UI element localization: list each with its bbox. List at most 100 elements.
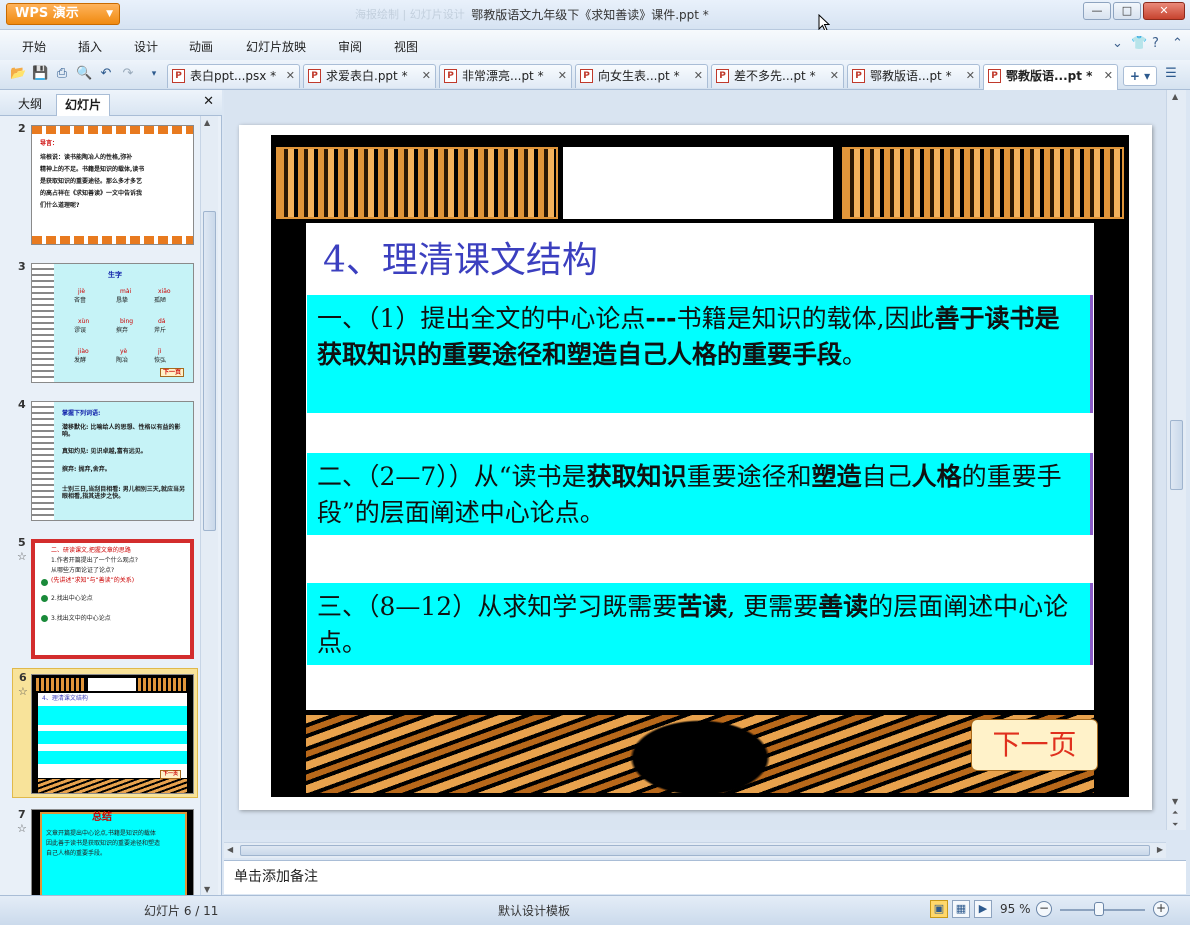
close-button[interactable]: ✕ xyxy=(1143,2,1185,20)
notes-pane[interactable]: 单击添加备注 xyxy=(224,860,1186,894)
thumb-text: 生字 xyxy=(108,271,122,279)
slide-thumbnail-row[interactable]: 7 ☆ 总结 文章开篇提出中心论点,书籍是知识的载体 因此善于读书是获取知识的重… xyxy=(0,806,200,896)
point-text: 一、（1）提出全文的中心论点 xyxy=(317,304,646,333)
thumb-word: 发酵 xyxy=(74,357,87,364)
tab-list-icon[interactable]: ☰ xyxy=(1163,66,1179,82)
scroll-up-icon[interactable]: ▲ xyxy=(1172,92,1178,101)
slide-thumbnail[interactable]: 导言： 培根说：读书能陶冶人的性格,弥补 精神上的不足。书籍是知识的载体,读书 … xyxy=(31,125,194,245)
slide-thumbnail-row[interactable]: 4 掌握下列词语: 潜移默化: 比喻给人的思想、性格以有益的影响。 真知灼见: … xyxy=(0,396,200,524)
new-tab-button[interactable]: + ▾ xyxy=(1123,66,1157,86)
zoom-slider-knob[interactable] xyxy=(1094,902,1104,916)
slide-sorter-icon[interactable]: ▦ xyxy=(952,900,970,918)
slide-thumbnail[interactable]: 4、理清课文结构 下一页 xyxy=(31,674,194,794)
tab-close-icon[interactable]: ✕ xyxy=(558,65,567,87)
tab-slides[interactable]: 幻灯片 xyxy=(56,94,111,116)
thumb-text: 真知灼见: 见识卓越,富有远见。 xyxy=(62,448,147,455)
document-tab[interactable]: P 向女生表...pt * ✕ xyxy=(575,64,708,88)
slide-thumbnail[interactable]: 掌握下列词语: 潜移默化: 比喻给人的思想、性格以有益的影响。 真知灼见: 见识… xyxy=(31,401,194,521)
tab-close-icon[interactable]: ✕ xyxy=(1104,65,1113,87)
collapse-ribbon-icon[interactable]: ⌄ xyxy=(1112,36,1123,51)
tab-close-icon[interactable]: ✕ xyxy=(286,65,295,87)
point-2-textbox[interactable]: 二、（2—7））从“读书是获取知识重要途径和塑造自己人格的重要手段”的层面阐述中… xyxy=(307,453,1093,535)
zoom-level: 95 % xyxy=(1000,902,1031,916)
previous-slide-icon[interactable]: ⏶ xyxy=(1172,808,1178,818)
document-tab[interactable]: P 鄂教版语...pt * ✕ xyxy=(847,64,980,88)
maximize-button[interactable]: □ xyxy=(1113,2,1141,20)
app-menu-button[interactable]: WPS 演示 ▼ xyxy=(6,3,120,25)
thumb-text: 导言： xyxy=(40,140,59,147)
thumbnail-scrollbar[interactable]: ▲ ▼ xyxy=(200,116,218,896)
skin-icon[interactable]: 👕 xyxy=(1131,36,1147,51)
point-1-textbox[interactable]: 一、（1）提出全文的中心论点---书籍是知识的载体,因此善于读书是获取知识的重要… xyxy=(307,295,1093,413)
horizontal-scrollbar[interactable]: ◀ ▶ xyxy=(224,842,1166,858)
document-tab-active[interactable]: P 鄂教版语...pt * ✕ xyxy=(983,64,1118,90)
scroll-down-icon[interactable]: ▼ xyxy=(204,885,210,894)
tab-close-icon[interactable]: ✕ xyxy=(830,65,839,87)
thumb-text: 士别三日,当刮目相看: 男儿相别三天,就应当另眼相看,指其进步之快。 xyxy=(62,486,186,500)
slide-thumbnail-row-selected[interactable]: 6 ☆ 4、理清课文结构 下一页 xyxy=(12,668,198,798)
scroll-thumb[interactable] xyxy=(1170,420,1183,490)
tab-close-icon[interactable]: ✕ xyxy=(422,65,431,87)
point-3-textbox[interactable]: 三、（8—12）从求知学习既需要苦读, 更需要善读的层面阐述中心论点。 xyxy=(307,583,1093,665)
print-preview-icon[interactable]: 🔍 xyxy=(76,66,92,82)
zoom-out-icon[interactable]: − xyxy=(1036,901,1052,917)
thumb-text: 从哪些方面论证了论点? xyxy=(51,567,115,574)
scroll-up-icon[interactable]: ▲ xyxy=(204,118,210,127)
document-tab[interactable]: P 求爱表白.ppt * ✕ xyxy=(303,64,436,88)
slide-title-box[interactable] xyxy=(563,147,833,219)
thumb-frieze-deco xyxy=(138,678,188,691)
document-tab[interactable]: P 差不多先...pt * ✕ xyxy=(711,64,844,88)
slide-heading[interactable]: 4、理清课文结构 xyxy=(323,231,598,283)
normal-view-icon[interactable]: ▣ xyxy=(930,900,948,918)
slide-thumbnail-row[interactable]: 2 导言： 培根说：读书能陶冶人的性格,弥补 精神上的不足。书籍是知识的载体,读… xyxy=(0,120,200,248)
vertical-scrollbar[interactable]: ▲ ▼ ⏶ ⏷ xyxy=(1166,90,1186,830)
scroll-thumb[interactable] xyxy=(240,845,1150,856)
scroll-thumb[interactable] xyxy=(203,211,216,531)
slide-canvas[interactable]: 4、理清课文结构 一、（1）提出全文的中心论点---书籍是知识的载体,因此善于读… xyxy=(239,125,1152,810)
thumb-cyan-box xyxy=(38,706,187,725)
scroll-left-icon[interactable]: ◀ xyxy=(227,845,233,854)
point-text: 二、（2—7））从“读书是 xyxy=(317,462,587,491)
save-icon[interactable]: 💾 xyxy=(32,66,48,82)
menu-view[interactable]: 视图 xyxy=(394,38,418,55)
open-icon[interactable]: 📂 xyxy=(10,66,26,82)
slide-thumbnail[interactable]: 总结 文章开篇提出中心论点,书籍是知识的载体 因此善于读书是获取知识的重要途径和… xyxy=(31,809,194,896)
slideshow-view-icon[interactable]: ▶ xyxy=(974,900,992,918)
undo-icon[interactable]: ↶ xyxy=(98,66,114,82)
redo-icon[interactable]: ↷ xyxy=(120,66,136,82)
menu-design[interactable]: 设计 xyxy=(134,38,158,55)
zoom-in-icon[interactable]: + xyxy=(1153,901,1169,917)
next-slide-icon[interactable]: ⏷ xyxy=(1172,820,1178,830)
slide-thumbnail[interactable]: 二、研读课文,把握文章的思路 1.作者开篇提出了一个什么观点? 从哪些方面论证了… xyxy=(31,539,194,659)
ribbon-toggle-icon[interactable]: ⌃ xyxy=(1172,36,1183,51)
close-pane-icon[interactable]: ✕ xyxy=(203,94,214,109)
thumb-pinyin: jiào xyxy=(78,348,89,355)
app-name: WPS 演示 xyxy=(15,6,79,21)
tab-close-icon[interactable]: ✕ xyxy=(966,65,975,87)
print-icon[interactable]: ⎙ xyxy=(54,66,70,82)
menu-insert[interactable]: 插入 xyxy=(78,38,102,55)
menu-review[interactable]: 审阅 xyxy=(338,38,362,55)
menu-slideshow[interactable]: 幻灯片放映 xyxy=(246,38,306,55)
menu-home[interactable]: 开始 xyxy=(22,38,46,55)
thumb-text: 的高占祥在《求知善读》一文中告诉我 xyxy=(40,190,143,197)
tab-label: 鄂教版语...pt * xyxy=(1006,69,1093,83)
menu-animation[interactable]: 动画 xyxy=(189,38,213,55)
document-tab[interactable]: P 非常漂亮...pt * ✕ xyxy=(439,64,572,88)
tab-outline[interactable]: 大纲 xyxy=(10,94,50,116)
next-page-button[interactable]: 下一页 xyxy=(971,719,1098,771)
slide-thumbnail-row[interactable]: 3 生字 jiè mài xiāo 吝啬 恳挚 孤陋 xùn bìng dá 谬… xyxy=(0,258,200,386)
document-tab[interactable]: P 表白ppt...psx * ✕ xyxy=(167,64,300,88)
thumb-text: 自己人格的重要手段。 xyxy=(46,850,107,857)
customize-toolbar-icon[interactable]: ▾ xyxy=(146,66,162,82)
scroll-down-icon[interactable]: ▼ xyxy=(1172,797,1178,806)
slide-thumbnail[interactable]: 生字 jiè mài xiāo 吝啬 恳挚 孤陋 xùn bìng dá 谬误 … xyxy=(31,263,194,383)
slide-thumbnail-pane: 大纲 幻灯片 ✕ 2 导言： 培根说：读书能陶冶人的性格,弥补 精神上的不足。书… xyxy=(0,90,222,896)
slide-thumbnail-row[interactable]: 5 ☆ 二、研读课文,把握文章的思路 1.作者开篇提出了一个什么观点? 从哪些方… xyxy=(0,534,200,662)
tab-close-icon[interactable]: ✕ xyxy=(694,65,703,87)
help-icon[interactable]: ? xyxy=(1152,36,1159,51)
scroll-right-icon[interactable]: ▶ xyxy=(1157,845,1163,854)
thumb-text: 3.找出文中的中心论点 xyxy=(51,615,111,622)
minimize-button[interactable]: — xyxy=(1083,2,1111,20)
thumb-next-button: 下一页 xyxy=(160,770,182,779)
